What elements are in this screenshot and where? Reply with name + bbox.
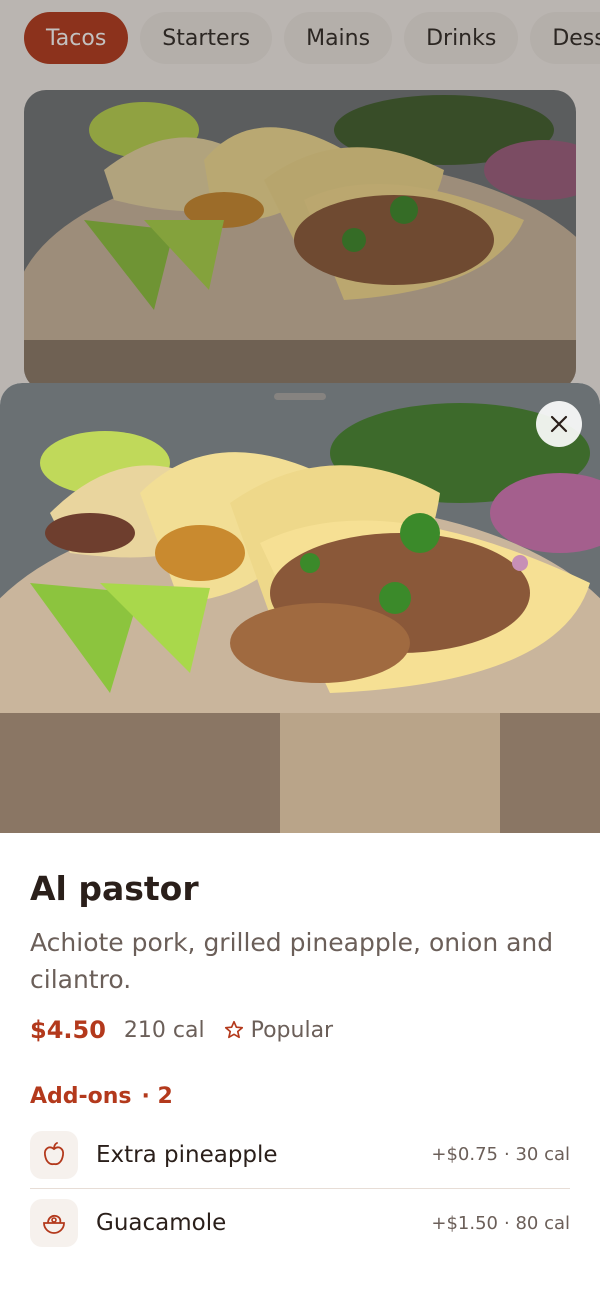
- popular-badge: Popular: [223, 1017, 334, 1043]
- addon-price: +$1.50: [431, 1212, 498, 1234]
- addon-list: Extra pineapple +$0.75 · 30 cal Guacamol…: [30, 1121, 570, 1257]
- star-outline-icon: [224, 1020, 243, 1039]
- fruit-icon: [30, 1130, 78, 1179]
- addon-price-cal: +$1.50 · 80 cal: [431, 1213, 570, 1234]
- avocado-bowl-icon: [30, 1199, 78, 1247]
- item-photo: [0, 383, 600, 833]
- addon-name: Extra pineapple: [96, 1141, 278, 1168]
- item-details: Al pastor Achiote pork, grilled pineappl…: [0, 833, 600, 1257]
- addons-count: · 2: [141, 1084, 173, 1109]
- item-meta: $4.50 210 cal Popular: [30, 1016, 570, 1044]
- item-calories: 210 cal: [123, 1017, 205, 1043]
- addon-price-cal: +$0.75 · 30 cal: [431, 1144, 570, 1165]
- addon-guacamole[interactable]: Guacamole +$1.50 · 80 cal: [30, 1189, 570, 1257]
- sheet-grabber[interactable]: [274, 393, 326, 400]
- popular-label: Popular: [250, 1017, 334, 1043]
- addon-calories: · 80 cal: [504, 1212, 570, 1234]
- addon-calories: · 30 cal: [504, 1144, 570, 1165]
- addons-label: Add-ons: [30, 1084, 132, 1109]
- close-button[interactable]: [536, 401, 582, 447]
- item-title: Al pastor: [30, 869, 199, 908]
- al-pastor-photo: [0, 383, 600, 833]
- addon-extra-pineapple[interactable]: Extra pineapple +$0.75 · 30 cal: [30, 1121, 570, 1189]
- addon-price: +$0.75: [431, 1144, 498, 1165]
- addon-name: Guacamole: [96, 1210, 227, 1236]
- close-icon: [550, 415, 568, 433]
- item-price: $4.50: [30, 1016, 106, 1044]
- addons-heading: Add-ons · 2: [30, 1084, 570, 1109]
- item-detail-sheet: Al pastor Achiote pork, grilled pineappl…: [0, 383, 600, 1298]
- item-description: Achiote pork, grilled pineapple, onion a…: [30, 928, 554, 994]
